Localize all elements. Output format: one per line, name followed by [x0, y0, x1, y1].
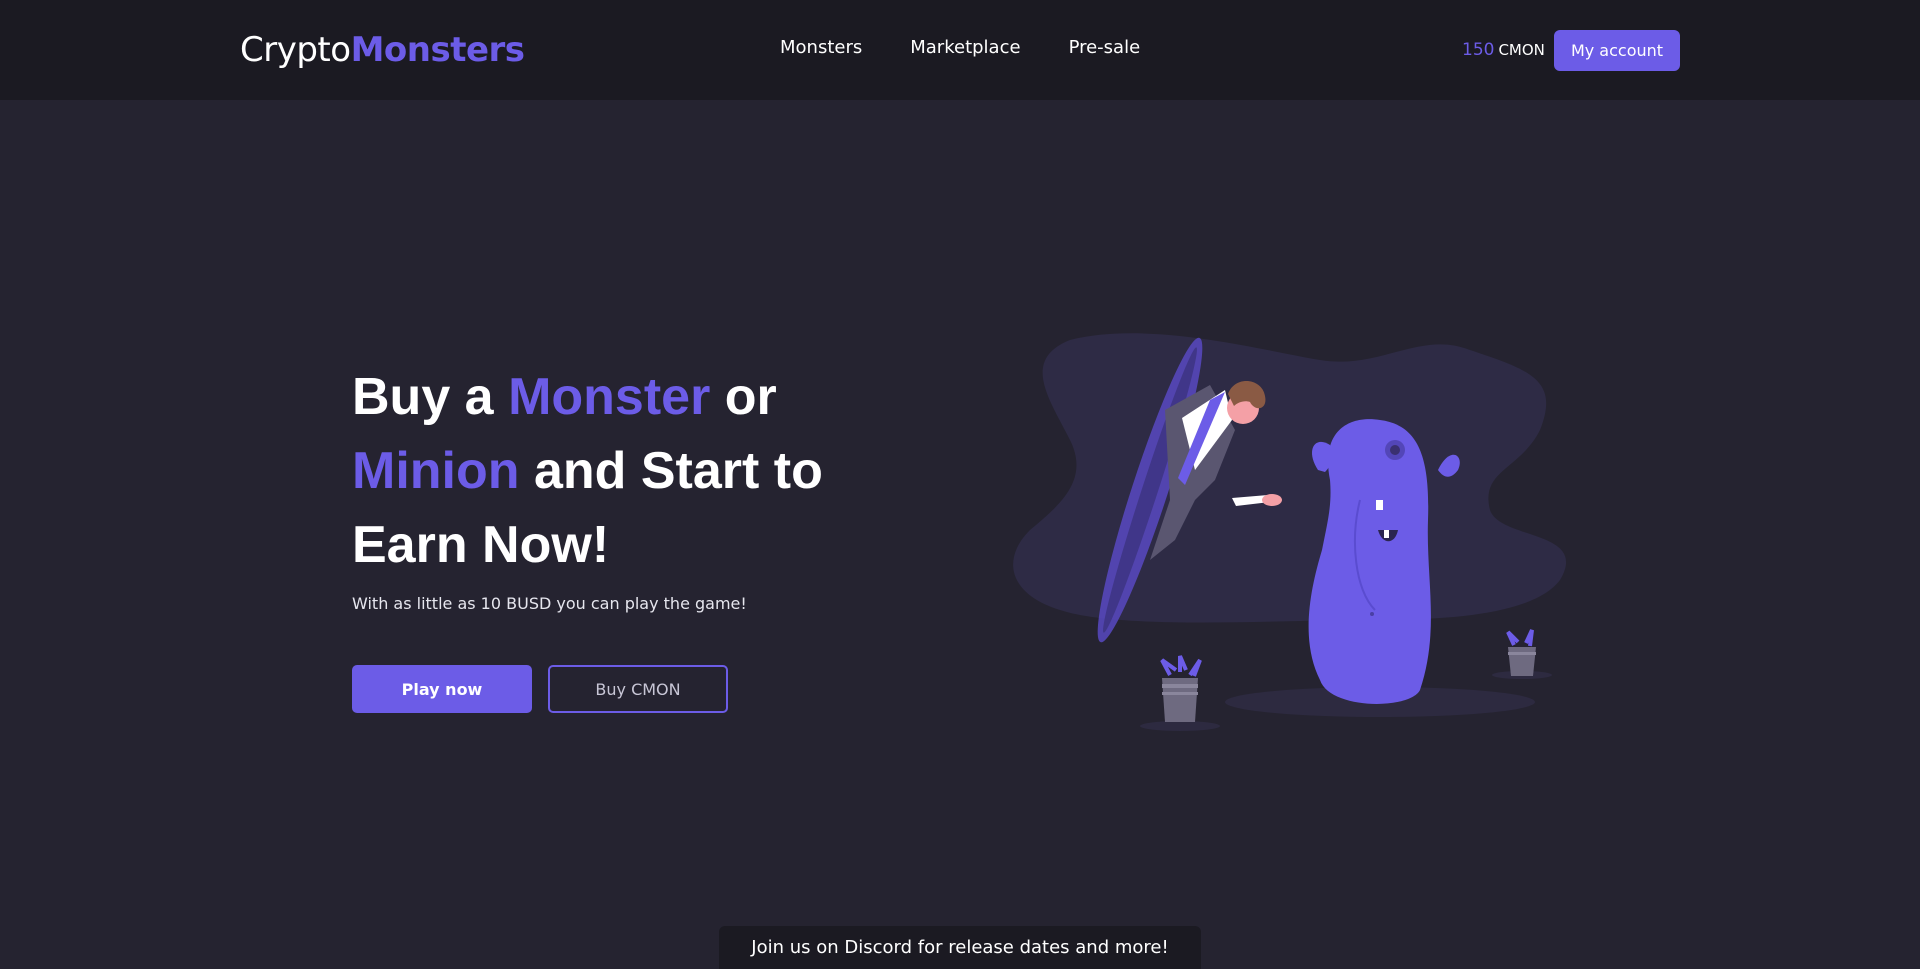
pot-shadow-left: [1140, 721, 1220, 731]
nav-item-presale[interactable]: Pre-sale: [1069, 36, 1141, 60]
discord-banner[interactable]: Join us on Discord for release dates and…: [719, 926, 1201, 969]
main-nav: Monsters Marketplace Pre-sale: [780, 36, 1140, 60]
my-account-button[interactable]: My account: [1554, 30, 1680, 71]
plant-pot-right: [1506, 629, 1536, 676]
brand-name-light: Crypto: [240, 30, 351, 70]
hero-subtitle: With as little as 10 BUSD you can play t…: [352, 594, 747, 613]
top-navbar: CryptoMonsters Monsters Marketplace Pre-…: [0, 0, 1920, 100]
nav-item-marketplace[interactable]: Marketplace: [910, 36, 1020, 60]
plant-pot-left: [1160, 655, 1202, 722]
hero-title-part1: Buy a: [352, 368, 509, 426]
hero-title: Buy a Monster or Minion and Start to Ear…: [352, 360, 912, 582]
portal-monster-illustration: [1013, 333, 1567, 731]
token-balance: 150 CMON: [1462, 38, 1545, 62]
background-blob-shape: [1013, 333, 1567, 623]
hero-title-part2: or: [710, 368, 777, 426]
buy-cmon-button[interactable]: Buy CMON: [548, 665, 728, 713]
balance-unit: CMON: [1498, 41, 1545, 59]
brand-name-bold: Monsters: [350, 30, 525, 70]
hero-title-accent-monster: Monster: [508, 368, 711, 426]
balance-amount: 150: [1462, 40, 1495, 60]
brand-logo[interactable]: CryptoMonsters: [240, 29, 525, 71]
hero-title-accent-minion: Minion: [352, 442, 520, 500]
nav-item-monsters[interactable]: Monsters: [780, 36, 862, 60]
play-now-button[interactable]: Play now: [352, 665, 532, 713]
